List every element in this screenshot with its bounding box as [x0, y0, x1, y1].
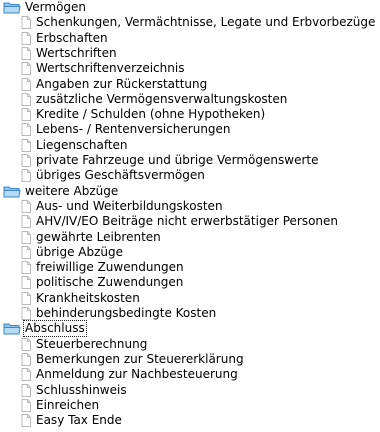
- tree-item-label: Wertschriften: [36, 45, 117, 60]
- tree-item-label: Anmeldung zur Nachbesteuerung: [36, 367, 238, 382]
- tree-item-label: Schlusshinweis: [36, 382, 127, 397]
- document-icon: [20, 245, 32, 260]
- document-icon: [20, 46, 32, 61]
- folder-icon: [3, 184, 21, 199]
- tree-item-label: private Fahrzeuge und übrige Vermögenswe…: [36, 153, 319, 167]
- document-icon: [20, 107, 32, 122]
- tree-item-label: Aus- und Weiterbildungskosten: [36, 198, 223, 213]
- document-icon: [20, 214, 32, 229]
- document-icon: [20, 153, 32, 168]
- tree-item-label: Easy Tax Ende: [36, 413, 122, 428]
- tree-item-label: Schenkungen, Vermächtnisse, Legate und E…: [36, 15, 376, 30]
- document-icon: [20, 337, 32, 352]
- document-icon: [20, 352, 32, 367]
- tree-item-label: zusätzliche Vermögensverwaltungskosten: [36, 91, 288, 106]
- tree-item-label: Einreichen: [36, 397, 100, 412]
- tree-item-label: Bemerkungen zur Steuererklärung: [36, 351, 244, 366]
- tree-category-label: Vermögen: [25, 0, 87, 14]
- tree-item-label: Wertschriftenverzeichnis: [36, 61, 185, 76]
- tree-category-label: Abschluss: [23, 320, 87, 338]
- document-icon: [20, 275, 32, 290]
- document-icon: [20, 230, 32, 245]
- tree-item-label: Erbschaften: [36, 30, 108, 45]
- document-icon: [20, 260, 32, 275]
- folder-icon: [3, 0, 21, 15]
- tree-item-label: behinderungsbedingte Kosten: [36, 306, 217, 320]
- tree-item-label: Krankheitskosten: [36, 290, 140, 305]
- document-icon: [20, 306, 32, 321]
- document-icon: [20, 92, 32, 107]
- navigation-tree: Vermögen Schenkungen, Vermächtnisse, Lega…: [0, 0, 380, 428]
- tree-item-label: gewährte Leibrenten: [36, 229, 161, 244]
- document-icon: [20, 31, 32, 46]
- tree-item-label: Liegenschaften: [36, 137, 128, 152]
- document-icon: [20, 61, 32, 76]
- document-icon: [20, 199, 32, 214]
- document-icon: [20, 383, 32, 398]
- document-icon: [20, 367, 32, 382]
- tree-item-label: AHV/IV/EO Beiträge nicht erwerbstätiger …: [36, 214, 339, 229]
- document-icon: [20, 398, 32, 413]
- folder-icon: [3, 321, 21, 336]
- tree-item-label: freiwillige Zuwendungen: [36, 260, 184, 275]
- tree-item-label: übrige Abzüge: [36, 244, 124, 259]
- tree-category-label: weitere Abzüge: [25, 183, 119, 198]
- document-icon: [20, 413, 32, 428]
- tree-item-label: Steuerberechnung: [36, 336, 148, 351]
- document-icon: [20, 291, 32, 306]
- document-icon: [20, 15, 32, 30]
- document-icon: [20, 138, 32, 153]
- document-icon: [20, 168, 32, 183]
- tree-item-label: Angaben zur Rückerstattung: [36, 76, 208, 91]
- tree-item-label: politische Zuwendungen: [36, 275, 184, 290]
- tree-item-label: Lebens- / Rentenversicherungen: [36, 122, 231, 137]
- tree-item-label: übriges Geschäftsvermögen: [36, 168, 205, 183]
- tree-item-label: Kredite / Schulden (ohne Hypotheken): [36, 107, 266, 122]
- document-icon: [20, 122, 32, 137]
- document-icon: [20, 77, 32, 92]
